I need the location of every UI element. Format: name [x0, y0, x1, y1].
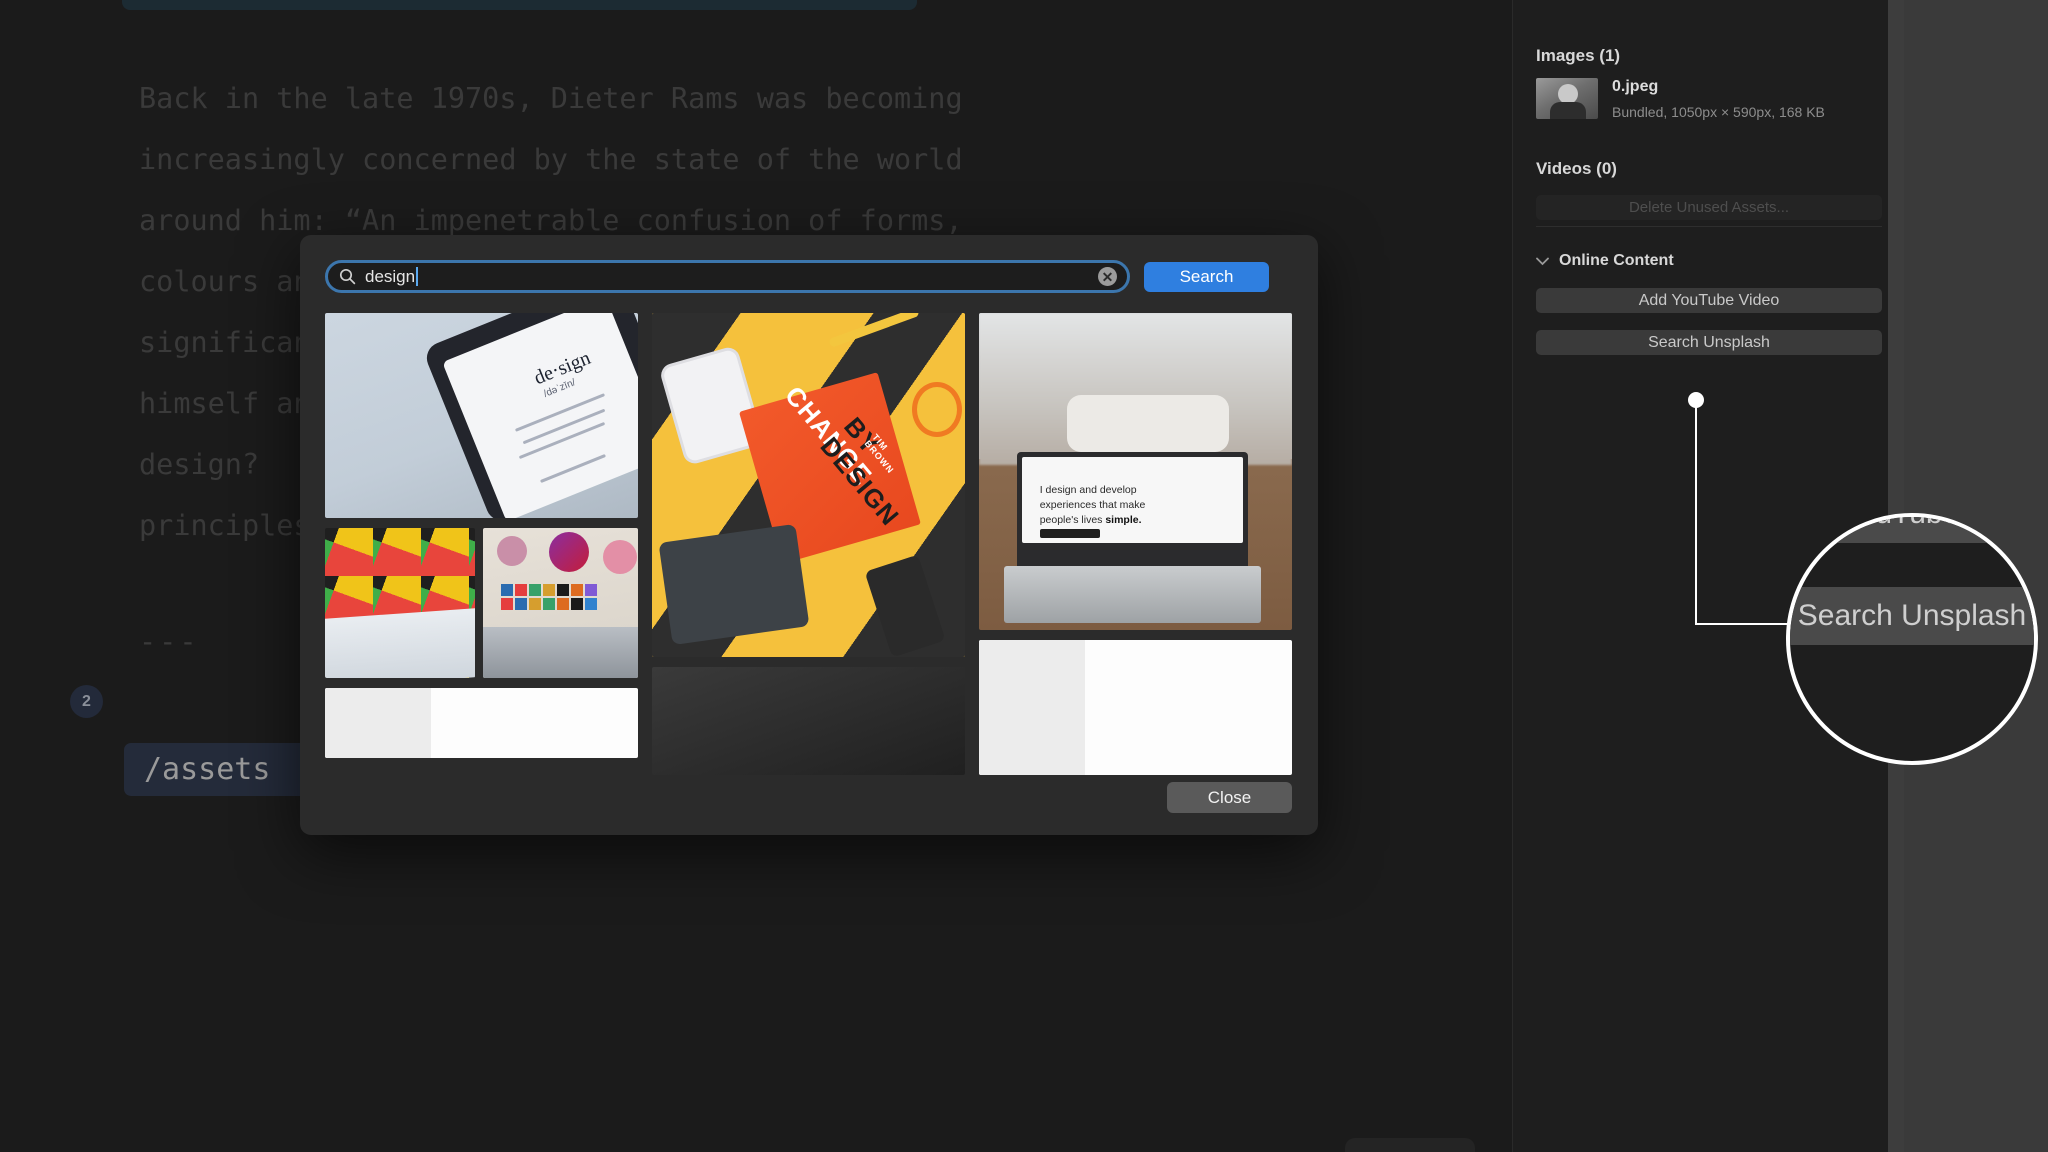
result-thumbnail[interactable] — [483, 528, 638, 678]
editor-top-block — [122, 0, 917, 10]
swatch — [557, 598, 569, 610]
dialog-footer: Close — [1167, 782, 1292, 813]
result-thumbnail[interactable] — [652, 667, 965, 775]
swatch — [501, 598, 513, 610]
result-thumbnail[interactable] — [979, 639, 1292, 775]
color-disc — [549, 532, 589, 572]
doc-line: Back in the late 1970s, Dieter Rams was … — [139, 82, 963, 115]
online-content-label: Online Content — [1559, 252, 1674, 269]
search-input[interactable]: design ✕ — [325, 260, 1130, 293]
clear-search-icon[interactable]: ✕ — [1098, 267, 1117, 286]
search-results-grid[interactable]: de·sign /dəˈzīn/ CHANGE BY DESIGN TIM BR… — [325, 313, 1293, 775]
image-bar — [979, 639, 1086, 775]
assets-command-text: /assets — [144, 752, 271, 787]
swatch — [557, 584, 569, 596]
doc-line: increasingly concerned by the state of t… — [139, 143, 963, 176]
loupe-content: Add YouTube Video Search Unsplash — [1790, 517, 2034, 645]
videos-heading: Videos (0) — [1536, 159, 1617, 178]
swatch — [571, 598, 583, 610]
result-thumbnail[interactable]: CHANGE BY DESIGN TIM BROWN — [652, 313, 965, 658]
laptop-lid — [325, 606, 475, 678]
search-submit-button[interactable]: Search — [1144, 261, 1269, 292]
quote-line-2: experiences that make — [1039, 498, 1146, 511]
quote-emphasis: simple. — [1105, 514, 1142, 527]
swatch — [501, 584, 513, 596]
result-thumbnail[interactable]: I design and develop experiences that ma… — [979, 313, 1292, 630]
text-caret — [416, 267, 419, 286]
drawing-tablet-shape — [657, 524, 809, 646]
asset-thumbnail[interactable] — [1536, 78, 1598, 119]
result-thumbnail[interactable] — [325, 528, 475, 678]
horizontal-rule: --- — [139, 625, 200, 658]
search-row: design ✕ Search — [325, 260, 1269, 293]
doc-line: design? — [139, 448, 260, 481]
quote-line-1: I design and develop — [1039, 483, 1137, 496]
laptop-keyboard — [483, 627, 638, 678]
image-bar — [325, 688, 432, 758]
delete-unused-assets-button[interactable]: Delete Unused Assets... — [1536, 195, 1882, 220]
result-thumbnail[interactable]: de·sign /dəˈzīn/ — [325, 313, 638, 518]
swatch — [515, 598, 527, 610]
swatch — [571, 584, 583, 596]
laptop-quote: I design and develop experiences that ma… — [1040, 483, 1225, 529]
close-dialog-button[interactable]: Close — [1167, 782, 1292, 813]
images-heading: Images (1) — [1536, 46, 1621, 65]
swatch — [529, 598, 541, 610]
color-disc — [497, 536, 527, 566]
search-unsplash-button[interactable]: Search Unsplash — [1536, 330, 1882, 355]
swatch — [585, 584, 597, 596]
results-column: de·sign /dəˈzīn/ — [325, 313, 638, 775]
swatch — [515, 584, 527, 596]
swatch — [585, 598, 597, 610]
result-pair — [325, 528, 638, 678]
editor-bottom-pill[interactable] — [1345, 1138, 1475, 1152]
asset-filename: 0.jpeg — [1612, 78, 1659, 95]
annotation-line-vertical — [1695, 404, 1697, 624]
asset-list-item[interactable]: 0.jpeg Bundled, 1050px × 590px, 168 KB — [1536, 78, 1825, 120]
search-input-value: design — [365, 266, 416, 286]
loupe-add-youtube-video-button[interactable]: Add YouTube Video — [1790, 517, 2034, 543]
add-youtube-video-button[interactable]: Add YouTube Video — [1536, 288, 1882, 313]
panel-divider — [1536, 226, 1882, 227]
loupe-search-unsplash-button[interactable]: Search Unsplash — [1790, 587, 2034, 645]
swatch — [543, 598, 555, 610]
quote-line-3: people's lives — [1039, 514, 1106, 527]
scissors-shape — [911, 381, 962, 437]
loupe-spacer — [1790, 543, 2034, 587]
swatch — [529, 584, 541, 596]
results-column: I design and develop experiences that ma… — [979, 313, 1292, 775]
app-root: Back in the late 1970s, Dieter Rams was … — [0, 0, 2048, 1152]
results-column: CHANGE BY DESIGN TIM BROWN — [652, 313, 965, 775]
laptop-shape: I design and develop experiences that ma… — [1016, 452, 1249, 579]
sofa-shape — [1066, 395, 1230, 453]
magnifier-loupe: Add YouTube Video Search Unsplash — [1786, 513, 2038, 765]
doc-line: around him: “An impenetrable confusion o… — [139, 204, 963, 237]
block-index-badge[interactable]: 2 — [70, 685, 103, 718]
swatch — [543, 584, 555, 596]
chevron-down-icon[interactable] — [1536, 254, 1549, 269]
search-icon — [339, 268, 356, 285]
color-disc — [603, 540, 637, 574]
result-thumbnail[interactable] — [325, 688, 638, 758]
unsplash-search-dialog: design ✕ Search de·sign /dəˈzīn/ CHANGE … — [300, 235, 1318, 835]
online-content-section-header[interactable]: Online Content — [1536, 252, 1674, 270]
annotation-line-horizontal — [1695, 623, 1791, 625]
asset-metadata: Bundled, 1050px × 590px, 168 KB — [1612, 104, 1825, 120]
cta-button-shape — [1039, 529, 1100, 539]
laptop-base — [1004, 566, 1261, 624]
